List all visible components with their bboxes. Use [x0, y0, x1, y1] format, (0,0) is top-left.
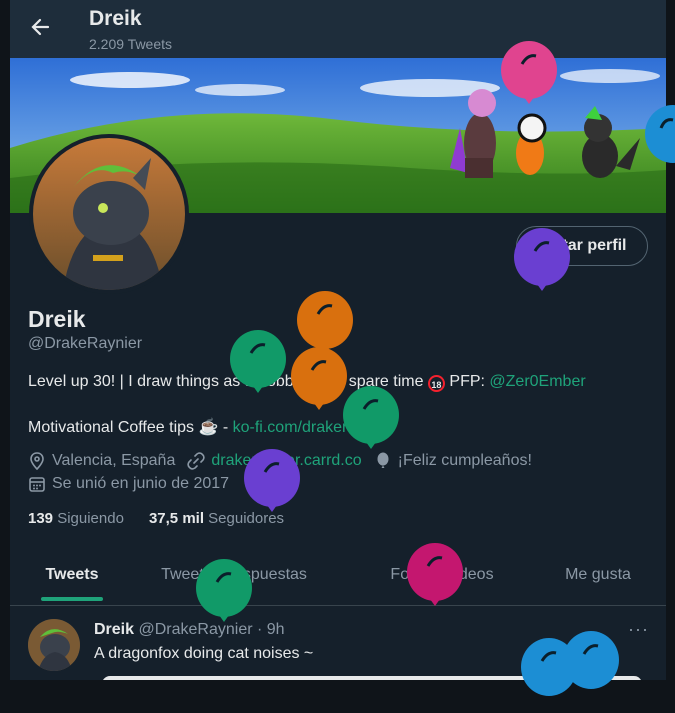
- following-count: 139: [28, 510, 54, 527]
- tweet-time[interactable]: · 9h: [257, 621, 285, 638]
- location-pin-icon: [30, 452, 44, 470]
- back-arrow-icon[interactable]: [30, 16, 50, 38]
- more-options-icon[interactable]: ···: [628, 619, 649, 640]
- coffee-icon: ☕: [198, 419, 219, 436]
- bio-dash: -: [222, 419, 229, 436]
- kofi-link[interactable]: ko-fi.com/drakeraynier: [233, 419, 391, 436]
- link-icon: [187, 452, 206, 470]
- birthday-text: ¡Feliz cumpleaños!: [397, 452, 532, 469]
- profile-column: Dreik 2.209 Tweets Editar perfil Dreik @…: [10, 0, 666, 680]
- followers-link[interactable]: 37,5 mil Seguidores: [149, 510, 284, 527]
- tweet-avatar[interactable]: [28, 619, 80, 671]
- calendar-icon: [29, 477, 45, 492]
- profile-meta-row: Valencia, España drakeraynier.carrd.co ¡…: [28, 452, 532, 470]
- tweet-avatar-image: [28, 619, 80, 671]
- bio-mention-link[interactable]: @Zer0Ember: [489, 373, 585, 390]
- tweet-author-line: Dreik @DrakeRaynier · 9h: [94, 621, 285, 639]
- bio-text: Level up 30! | I draw things as a hobby …: [28, 373, 424, 390]
- tab-media[interactable]: Fotos y videos: [350, 550, 534, 605]
- followers-label: Seguidores: [208, 510, 285, 527]
- avatar-image: [33, 138, 185, 290]
- header-tweet-count: 2.209 Tweets: [89, 36, 173, 52]
- follow-stats: 139 Siguiendo 37,5 mil Seguidores: [28, 510, 284, 527]
- joined-row: Se unió en junio de 2017: [28, 475, 229, 493]
- following-label: Siguiendo: [57, 510, 124, 527]
- website-link[interactable]: drakeraynier.carrd.co: [211, 452, 361, 470]
- following-link[interactable]: 139 Siguiendo: [28, 510, 124, 527]
- tweet-text: A dragonfox doing cat noises ~: [94, 645, 314, 662]
- edit-profile-button[interactable]: Editar perfil: [516, 226, 648, 266]
- profile-header-bar: Dreik 2.209 Tweets: [10, 0, 666, 58]
- tab-likes[interactable]: Me gusta: [540, 550, 656, 605]
- bio-coffee-text: Motivational Coffee tips: [28, 419, 195, 436]
- bio-line-2: Motivational Coffee tips ☕ - ko-fi.com/d…: [28, 417, 391, 437]
- right-edge: [666, 0, 675, 680]
- tweet-media-preview[interactable]: [102, 676, 642, 680]
- profile-tabs: Tweets Tweets y respuestas Fotos y video…: [10, 550, 666, 606]
- profile-handle: @DrakeRaynier: [28, 335, 143, 352]
- tweet-author-name[interactable]: Dreik: [94, 621, 134, 638]
- adult-18-icon: 18: [427, 375, 445, 392]
- header-name: Dreik: [89, 7, 142, 30]
- active-tab-indicator: [41, 597, 103, 601]
- tab-tweets-replies[interactable]: Tweets y respuestas: [134, 550, 334, 605]
- balloon-icon: [377, 452, 389, 468]
- location-text: Valencia, España: [52, 452, 176, 469]
- profile-name: Dreik: [28, 306, 86, 332]
- bio-line-1: Level up 30! | I draw things as a hobby …: [28, 373, 586, 392]
- joined-text: Se unió en junio de 2017: [52, 475, 230, 492]
- profile-avatar[interactable]: [29, 134, 189, 294]
- tweet-author-handle[interactable]: @DrakeRaynier: [138, 621, 252, 638]
- bio-pfp-label: PFP:: [449, 373, 485, 390]
- followers-count: 37,5 mil: [148, 510, 204, 527]
